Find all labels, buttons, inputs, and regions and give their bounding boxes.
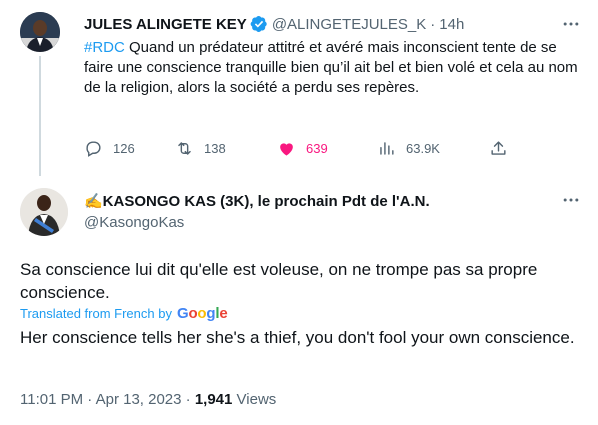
views-chart-icon (380, 141, 394, 155)
views-button[interactable]: 63.9K (377, 138, 440, 158)
tweet-body: Quand un prédateur attitré et avéré mais… (84, 39, 578, 96)
reply-count: 126 (113, 140, 135, 156)
views-count: 63.9K (406, 140, 440, 156)
hashtag-link[interactable]: #RDC (84, 39, 125, 56)
timestamp[interactable]: 11:01 PM · Apr 13, 2023 · (20, 391, 195, 408)
google-logo: Google (176, 305, 228, 322)
share-icon (491, 140, 506, 155)
translation-attribution[interactable]: Translated from French by Google (20, 305, 228, 322)
avatar[interactable] (20, 12, 60, 52)
reply-icon (86, 140, 101, 157)
author-handle[interactable]: @ALINGETEJULES_K (272, 16, 426, 33)
tweet-time[interactable]: 14h (439, 16, 464, 33)
author-name[interactable]: JULES ALINGETE KEY (84, 16, 247, 33)
thread-connector-line (39, 56, 41, 176)
tweet-text: Sa conscience lui dit qu'elle est voleus… (20, 260, 538, 302)
avatar-image (20, 12, 60, 52)
parent-tweet[interactable]: JULES ALINGETE KEY @ALINGETEJULES_K · 14… (0, 0, 598, 176)
author-name[interactable]: ✍️KASONGO KAS (3K), le prochain Pdt de l… (84, 192, 430, 210)
views-label: Views (232, 391, 277, 408)
action-bar: 126 138 639 63.9K (84, 138, 514, 158)
author-handle[interactable]: @KasongoKas (84, 214, 184, 231)
translated-text: Her conscience tells her she's a thief, … (20, 328, 575, 347)
like-button[interactable]: 639 (277, 138, 328, 158)
views-count: 1,941 (194, 391, 233, 408)
tweet-header: JULES ALINGETE KEY @ALINGETEJULES_K · 14… (84, 14, 464, 34)
reply-button[interactable]: 126 (84, 138, 135, 158)
translated-label: Translated from French by (20, 306, 172, 321)
like-count: 639 (306, 140, 328, 156)
tweet-text: #RDC Quand un prédateur attitré et avéré… (84, 38, 584, 98)
heart-filled-icon (280, 142, 293, 156)
avatar-image (20, 188, 68, 236)
share-button[interactable] (489, 138, 518, 158)
separator-dot: · (430, 15, 436, 33)
retweet-button[interactable]: 138 (175, 138, 226, 158)
more-options-icon[interactable] (561, 190, 581, 210)
retweet-icon (178, 141, 191, 155)
main-tweet: ✍️KASONGO KAS (3K), le prochain Pdt de l… (0, 176, 598, 425)
tweet-metadata: 11:01 PM · Apr 13, 2023 · 1,941 Views (20, 391, 276, 408)
retweet-count: 138 (204, 140, 226, 156)
more-options-icon[interactable] (561, 14, 581, 34)
verified-badge-icon (250, 15, 268, 33)
avatar[interactable] (20, 188, 68, 236)
